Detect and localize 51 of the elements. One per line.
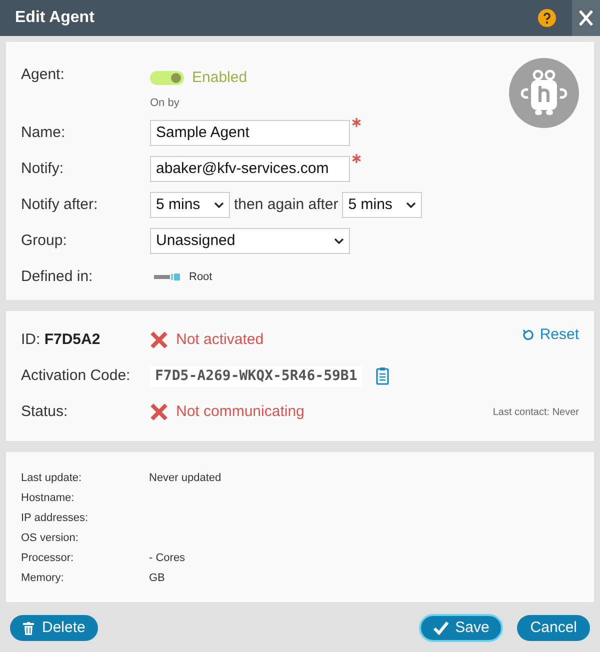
delete-button[interactable]: Delete — [10, 615, 98, 641]
field-label: Notify: — [21, 158, 65, 179]
toggle-switch[interactable] — [150, 71, 184, 86]
field-label: Defined in: — [21, 266, 94, 287]
field-label: Activation Code: — [21, 366, 132, 386]
last-contact: Last contact: Never — [492, 406, 579, 420]
input-field[interactable]: abaker@kfv-services.com — [150, 156, 350, 182]
check-icon — [433, 621, 450, 635]
dropdown[interactable]: 5 mins — [342, 192, 422, 218]
cross-icon — [150, 403, 168, 421]
window-title: Edit Agent — [14, 8, 96, 28]
field-label: Agent: — [21, 65, 66, 85]
detail-value: - Cores — [149, 551, 186, 566]
detail-value: GB — [149, 571, 165, 586]
detail-label: IP addresses: — [21, 511, 90, 526]
cancel-button[interactable]: Cancel — [517, 615, 590, 641]
defined-in-value: Root — [189, 270, 212, 285]
trash-icon — [23, 622, 34, 634]
close-icon — [579, 10, 593, 26]
dropdown[interactable]: 5 mins — [150, 192, 230, 218]
reset-button[interactable]: Reset — [522, 324, 579, 346]
activation-code: F7D5-A269-WKQX-5R46-59B1 — [150, 366, 362, 386]
help-icon[interactable] — [538, 9, 556, 27]
field-label: Group: — [21, 230, 68, 251]
dropdown[interactable]: Unassigned — [150, 228, 350, 254]
robot-logo-icon — [509, 58, 579, 128]
field-label: Status: — [21, 402, 69, 422]
clipboard-icon[interactable] — [376, 367, 390, 385]
agent-id: ID: F7D5A2 — [21, 330, 100, 348]
detail-label: Last update: — [21, 471, 83, 486]
detail-label: Hostname: — [21, 491, 76, 506]
field-label: Notify after: — [21, 194, 99, 215]
chevron-down-icon — [214, 202, 224, 208]
between-text: then again after — [234, 194, 338, 215]
save-button[interactable]: Save — [419, 614, 504, 642]
toggle-note: On by — [150, 96, 180, 110]
reset-icon — [522, 329, 534, 341]
detail-label: Memory: — [21, 571, 65, 586]
close-button[interactable] — [572, 0, 600, 36]
field-label: Name: — [21, 122, 66, 143]
status-text: Not communicating — [176, 402, 304, 422]
toggle-label: Enabled — [192, 68, 248, 88]
detail-label: Processor: — [21, 551, 75, 566]
detail-value: Never updated — [149, 471, 222, 486]
root-node-icon — [154, 273, 181, 281]
cross-icon — [150, 331, 168, 349]
status-text: Not activated — [176, 330, 264, 350]
detail-label: OS version: — [21, 531, 80, 546]
chevron-down-icon — [334, 238, 344, 244]
chevron-down-icon — [406, 202, 416, 208]
input-field[interactable]: Sample Agent — [150, 120, 350, 146]
